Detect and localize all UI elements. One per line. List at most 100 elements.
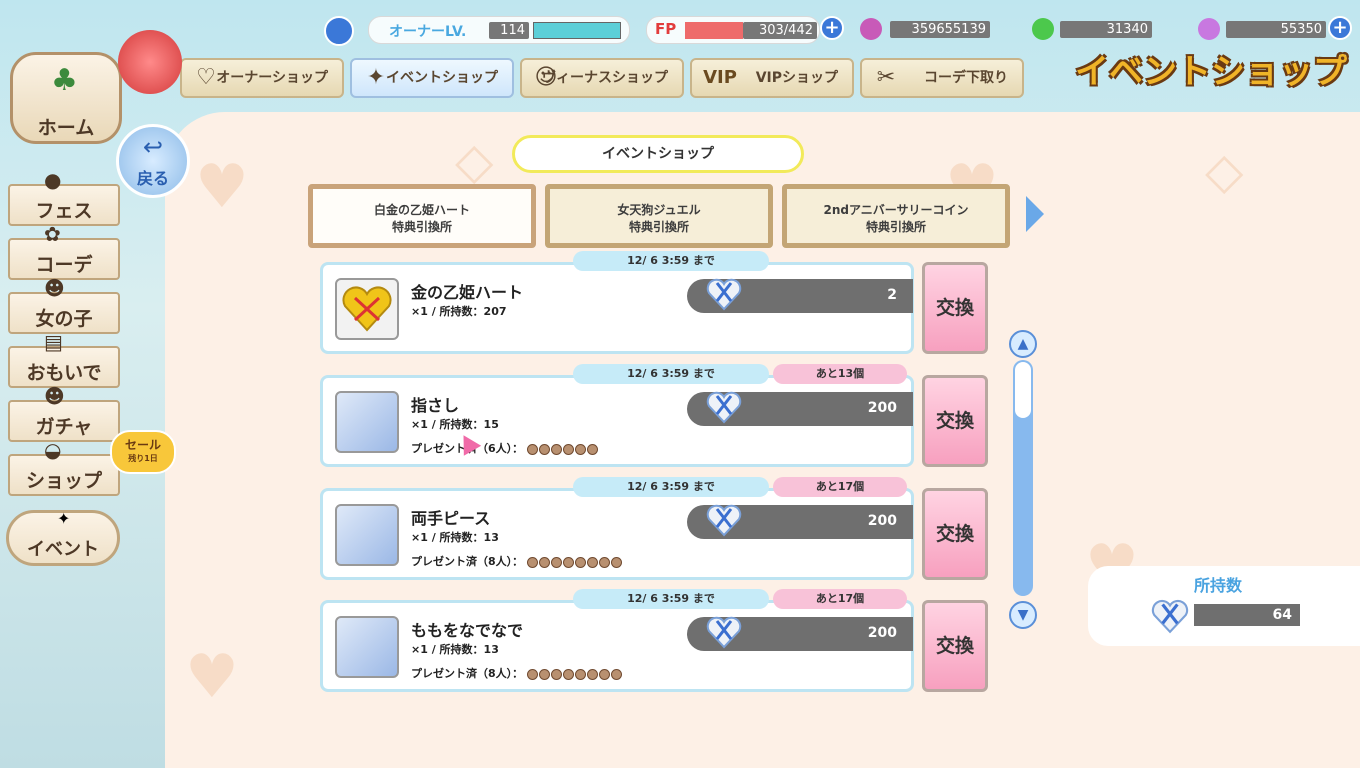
gold-heart-icon: [342, 286, 392, 332]
gift-status: プレゼント済（8人）：: [411, 553, 623, 569]
event-tab-tengu-jewel[interactable]: 女天狗ジュエル 特典引換所: [545, 184, 773, 248]
sidebar-item-coordinate[interactable]: ✿ コーデ: [8, 224, 120, 280]
owner-level-value: 114: [489, 22, 529, 39]
item-name: 指さし: [411, 396, 460, 415]
tab-vip-shop[interactable]: VIP VIPショップ: [690, 58, 854, 98]
fp-value: 303/442: [743, 22, 817, 39]
cost-value: 2: [887, 287, 897, 303]
deadline-badge: 12/ 6 3:59 まで: [573, 251, 769, 271]
event-tab-subtitle: 特典引換所: [628, 220, 689, 234]
sidebar-item-shop[interactable]: ◒ ショップ: [8, 440, 120, 496]
back-label: 戻る: [136, 169, 169, 188]
status-bar: オーナーLV. 114 FP 303/442 + 359655139 31340…: [320, 12, 1360, 46]
scrollbar-thumb[interactable]: [1015, 362, 1031, 418]
sale-badge: セール 残り1日: [110, 430, 176, 474]
item-name: ももをなでなで: [411, 621, 524, 640]
remaining-badge: あと17個: [773, 477, 907, 497]
heart-add-button[interactable]: +: [1328, 16, 1352, 40]
list-item: 12/ 6 3:59 まで あと17個 両手ピース ×1 / 所持数：13 プレ…: [320, 477, 914, 580]
owned-value: 64: [1194, 604, 1300, 626]
sidebar-item-label: イベント: [27, 539, 99, 560]
gift-status-label: プレゼント済（8人）：: [411, 555, 524, 568]
page-title: イベントショップ: [1075, 52, 1347, 92]
tab-owner-shop[interactable]: ♡ オーナーショップ: [180, 58, 344, 98]
gacha-girls-icon: ☻: [44, 384, 65, 408]
fp-coin-icon: ♡: [196, 65, 216, 90]
back-button[interactable]: ↩ 戻る: [116, 124, 190, 198]
sidebar-item-fes[interactable]: ● フェス: [8, 170, 120, 226]
event-tab-title: 女天狗ジュエル: [617, 203, 701, 217]
sale-badge-label: セール: [124, 438, 161, 452]
home-label: ホーム: [37, 117, 95, 139]
scroll-down-button[interactable]: ▼: [1009, 601, 1037, 629]
sidebar-item-memories[interactable]: ▤ おもいで: [8, 332, 120, 388]
item-thumbnail: [335, 616, 399, 678]
sidebar-item-event[interactable]: ✦ イベント: [6, 509, 120, 566]
sidebar-item-label: おもいで: [26, 362, 102, 384]
gift-status-label: プレゼント済（8人）：: [411, 667, 524, 680]
currency-2-value: 31340: [1060, 21, 1152, 38]
gift-status: プレゼント済（8人）：: [411, 665, 623, 681]
section-title: イベントショップ: [512, 135, 804, 173]
gifted-girls-icons: [527, 555, 623, 568]
basket-icon: ◒: [44, 438, 62, 462]
currency-3-value: 55350: [1226, 21, 1326, 38]
sidebar-item-label: コーデ: [35, 254, 93, 276]
home-button[interactable]: ♣ ホーム: [10, 52, 122, 144]
cost-value: 200: [867, 625, 897, 641]
outfit-icon: ✂: [876, 65, 896, 90]
platinum-heart-icon: [1151, 599, 1189, 634]
fp-stat: FP 303/442: [646, 16, 820, 44]
currency-1-value: 359655139: [890, 21, 990, 38]
gifted-girls-icons: [527, 667, 623, 680]
exchange-button[interactable]: 交換: [922, 600, 988, 692]
sidebar-item-gacha[interactable]: ☻ ガチャ: [8, 386, 120, 442]
ball-icon: ●: [44, 168, 62, 192]
vip-icon: VIP: [703, 67, 737, 88]
profile-icon[interactable]: [324, 16, 354, 46]
list-item: 12/ 6 3:59 まで あと17個 ももをなでなで ×1 / 所持数：13 …: [320, 589, 914, 692]
sidebar-item-girls[interactable]: ☻ 女の子: [8, 278, 120, 334]
event-tab-platinum-heart[interactable]: 白金の乙姫ハート 特典引換所: [308, 184, 536, 248]
deadline-badge: 12/ 6 3:59 まで: [573, 364, 769, 384]
event-tab-title: 白金の乙姫ハート: [373, 203, 470, 217]
cost-value: 200: [867, 400, 897, 416]
tab-venus-shop[interactable]: ☺ ヴィーナスショップ: [520, 58, 684, 98]
girl-icon: ☻: [44, 276, 65, 300]
tab-label: イベントショップ: [386, 70, 498, 86]
fp-bar: [685, 22, 743, 39]
tab-event-shop[interactable]: ✦ イベントショップ: [350, 58, 514, 98]
exchange-button[interactable]: 交換: [922, 262, 988, 354]
exchange-button[interactable]: 交換: [922, 488, 988, 580]
remaining-badge: あと17個: [773, 589, 907, 609]
owned-label: 所持数: [1194, 576, 1243, 595]
basket-deco-icon: ◇: [1205, 142, 1244, 200]
item-quantity: ×1 / 所持数：13: [411, 643, 499, 656]
tab-label: ヴィーナスショップ: [542, 70, 668, 86]
scroll-up-button[interactable]: ▲: [1009, 330, 1037, 358]
event-tab-subtitle: 特典引換所: [865, 220, 926, 234]
sidebar-item-label: 女の子: [35, 308, 93, 330]
confetti-icon: ✦: [366, 65, 386, 90]
venus-face-icon: ☺: [534, 65, 558, 90]
event-tab-anniversary-coin[interactable]: 2ndアニバーサリーコイン 特典引換所: [782, 184, 1010, 248]
tab-label: オーナーショップ: [216, 70, 328, 86]
item-name: 両手ピース: [411, 509, 491, 528]
deadline-badge: 12/ 6 3:59 まで: [573, 477, 769, 497]
tab-label: VIPショップ: [755, 70, 838, 86]
palm-tree-icon: ♣: [51, 63, 78, 98]
fp-add-button[interactable]: +: [820, 16, 844, 40]
exchange-button[interactable]: 交換: [922, 375, 988, 467]
item-quantity: ×1 / 所持数：207: [411, 305, 507, 318]
confetti-icon: ✦: [57, 509, 71, 528]
heart-currency-icon: [1198, 18, 1220, 40]
currency-1-icon: [860, 18, 882, 40]
item-quantity: ×1 / 所持数：13: [411, 531, 499, 544]
hibiscus-icon: [118, 30, 182, 94]
tab-outfit-tradein[interactable]: ✂ コーデ下取り: [860, 58, 1024, 98]
sidebar-item-label: ショップ: [25, 470, 102, 492]
next-tab-arrow-icon[interactable]: [1026, 196, 1044, 232]
sidebar-item-label: ガチャ: [35, 416, 93, 438]
sale-badge-sub: 残り1日: [128, 454, 158, 463]
fp-label: FP: [655, 20, 677, 38]
